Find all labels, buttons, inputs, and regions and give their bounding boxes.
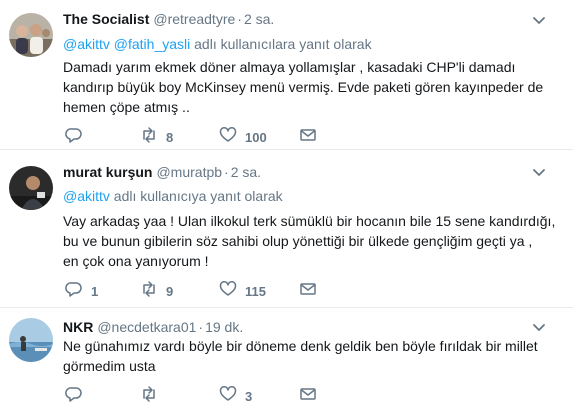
- envelope-icon: [299, 126, 317, 149]
- envelope-icon: [299, 280, 317, 303]
- reply-button[interactable]: 1: [65, 281, 98, 301]
- reply-context: @akittv adlı kullanıcıya yanıt olarak: [63, 187, 283, 205]
- tweet-actions: 1 9 115: [63, 280, 363, 303]
- display-name[interactable]: murat kurşun: [63, 164, 152, 180]
- avatar[interactable]: [9, 13, 53, 57]
- tweet-actions: 3: [63, 385, 363, 408]
- tweet[interactable]: murat kurşun @muratpb · 2 sa. @akittv adlı …: [0, 150, 573, 308]
- display-name[interactable]: NKR: [63, 319, 93, 335]
- avatar[interactable]: [9, 166, 53, 210]
- tweet-header: NKR @necdetkara01 · 19 dk.: [63, 318, 243, 336]
- retweet-count: 8: [166, 129, 174, 145]
- retweet-icon: [140, 126, 158, 149]
- heart-icon: [219, 385, 237, 408]
- envelope-icon: [299, 385, 317, 408]
- like-button[interactable]: 100: [219, 126, 267, 149]
- retweet-button[interactable]: 8: [140, 126, 174, 149]
- mention-link[interactable]: @akittv: [63, 188, 110, 204]
- timestamp[interactable]: 2 sa.: [244, 11, 274, 27]
- tweet-text: Ne günahımız vardı böyle bir döneme denk…: [63, 338, 538, 374]
- tweet[interactable]: The Socialist @retreadtyre · 2 sa. @akittv …: [0, 0, 573, 150]
- timestamp[interactable]: 2 sa.: [231, 164, 261, 180]
- mention-link[interactable]: @akittv: [63, 36, 110, 52]
- chevron-down-icon[interactable]: [531, 12, 547, 28]
- heart-icon: [219, 280, 237, 303]
- like-count: 100: [245, 129, 267, 145]
- reply-context: @akittv @fatih_yasli adlı kullanıcılara …: [63, 35, 372, 53]
- reply-icon: [65, 126, 83, 149]
- direct-message-button[interactable]: [299, 281, 317, 301]
- tweet-header: The Socialist @retreadtyre · 2 sa.: [63, 10, 274, 28]
- tweet-text: Damadı yarım ekmek döner almaya yollamış…: [63, 59, 544, 115]
- reply-icon: [65, 385, 83, 408]
- retweet-button[interactable]: [140, 385, 166, 408]
- like-count: 115: [245, 283, 266, 299]
- like-button[interactable]: 115: [219, 280, 266, 303]
- retweet-count: 9: [166, 283, 174, 299]
- tweet-header: murat kurşun @muratpb · 2 sa.: [63, 163, 261, 181]
- avatar[interactable]: [9, 318, 53, 362]
- reply-button[interactable]: [65, 127, 91, 147]
- reply-button[interactable]: [65, 386, 91, 406]
- retweet-icon: [140, 385, 158, 408]
- reply-count: 1: [91, 283, 99, 299]
- reply-context-label: adlı kullanıcıya yanıt olarak: [113, 188, 283, 204]
- username[interactable]: @muratpb: [156, 164, 222, 180]
- tweet-text: Vay arkadaş yaa ! Ulan ilkokul terk sümü…: [63, 213, 556, 269]
- heart-icon: [219, 126, 237, 149]
- tweet-actions: 8 100: [63, 126, 363, 149]
- like-count: 3: [245, 388, 253, 404]
- mention-link[interactable]: @fatih_yasli: [114, 36, 190, 52]
- reply-icon: [65, 280, 83, 303]
- timestamp[interactable]: 19 dk.: [205, 319, 243, 335]
- reply-context-label: adlı kullanıcılara yanıt olarak: [194, 36, 372, 52]
- chevron-down-icon[interactable]: [531, 319, 547, 335]
- like-button[interactable]: 3: [219, 385, 253, 408]
- separator-dot: ·: [224, 164, 229, 180]
- username[interactable]: @retreadtyre: [153, 11, 235, 27]
- username[interactable]: @necdetkara01: [97, 319, 196, 335]
- retweet-button[interactable]: 9: [140, 280, 174, 303]
- display-name[interactable]: The Socialist: [63, 11, 149, 27]
- retweet-icon: [140, 280, 158, 303]
- chevron-down-icon[interactable]: [531, 164, 547, 180]
- tweet[interactable]: NKR @necdetkara01 · 19 dk. Ne günahımız var…: [0, 308, 573, 408]
- direct-message-button[interactable]: [299, 127, 317, 147]
- direct-message-button[interactable]: [299, 386, 317, 406]
- separator-dot: ·: [198, 319, 204, 335]
- separator-dot: ·: [237, 11, 242, 27]
